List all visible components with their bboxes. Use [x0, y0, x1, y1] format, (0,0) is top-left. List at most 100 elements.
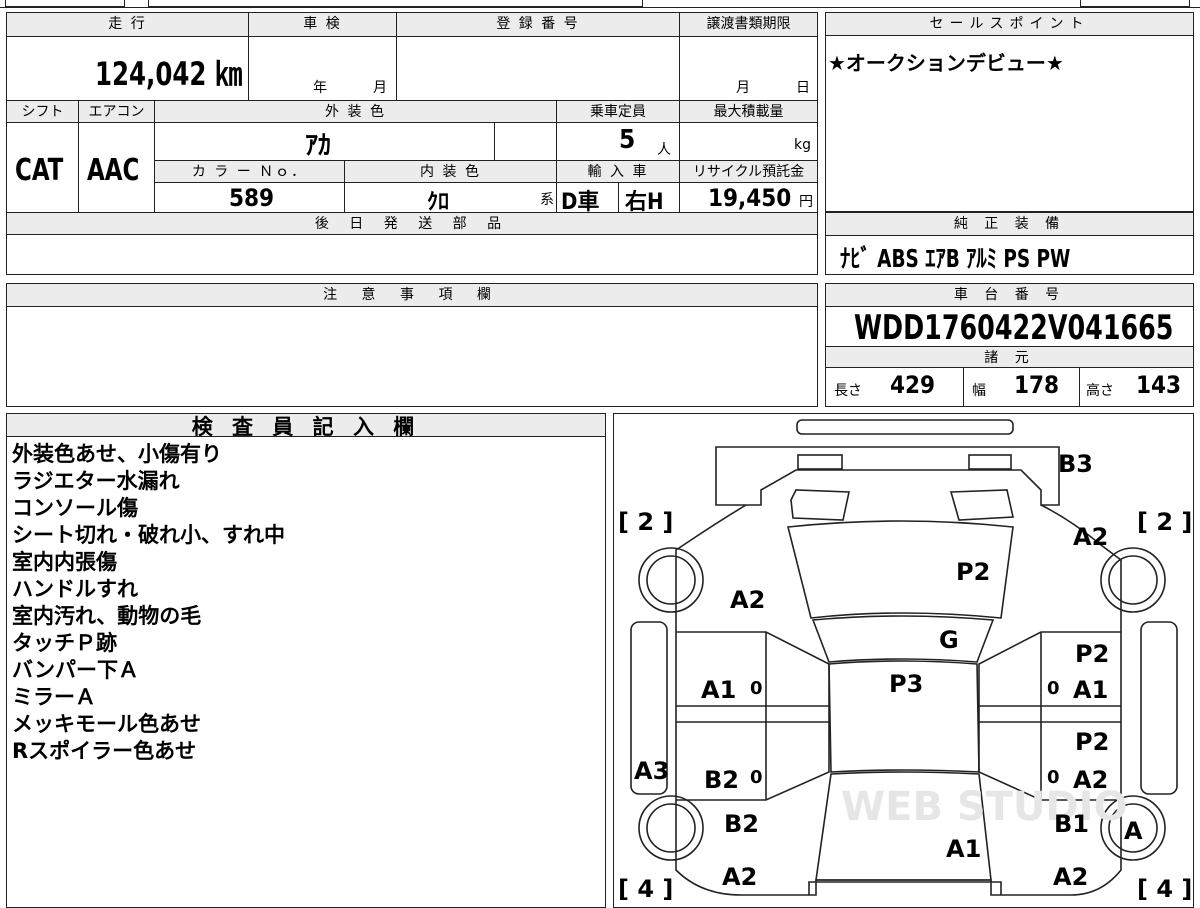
recycle-unit: 円 — [799, 194, 813, 210]
remark-line: Rスポイラー色あせ — [12, 739, 197, 763]
transfer-month-unit: 月 — [736, 80, 750, 96]
spec-width-cell: 幅 178 — [964, 368, 1080, 406]
remark-line: 室内汚れ、動物の毛 — [12, 604, 202, 628]
chassis-header: 車 台 番 号 — [826, 284, 1193, 307]
mileage-value: 124,042 ㎞ — [94, 55, 242, 93]
handle-side: 右H — [625, 190, 664, 215]
registration-value-cell — [397, 37, 680, 101]
tail-light-left — [790, 489, 850, 521]
inspection-month-unit: 月 — [373, 80, 387, 96]
tire-count-rf: [ 2 ] — [1137, 508, 1192, 536]
equipment-box: 純 正 装 備 ﾅﾋﾞ ABS ｴｱB ｱﾙﾐ PS PW — [825, 212, 1194, 275]
zero-right-rear: 0 — [1047, 767, 1060, 788]
recycle-header: リサイクル預託金 — [680, 161, 817, 183]
mark-right-front-fender: A2 — [1073, 523, 1108, 551]
mark-roof: P3 — [889, 670, 923, 698]
inspector-lines: 外装色あせ、小傷有り ラジエター水漏れ コンソール傷 シート切れ・破れ小、すれ中… — [12, 441, 285, 765]
aircon-header: エアコン — [79, 101, 155, 123]
color-no-value: 589 — [229, 184, 275, 212]
import-type-cell: D車 — [557, 183, 619, 215]
chassis-box: 車 台 番 号 WDD1760422V041665 諸 元 長さ 429 幅 1… — [825, 283, 1194, 407]
tire-count-rr: [ 4 ] — [1137, 875, 1192, 901]
aircon-value-cell: AAC — [79, 123, 155, 213]
recycle-value: 19,450 — [708, 184, 792, 212]
remark-line: メッキモール色あせ — [12, 712, 201, 736]
remark-line: 外装色あせ、小傷有り — [12, 442, 222, 466]
mark-windshield: G — [939, 626, 959, 654]
remark-line: ミラーＡ — [12, 685, 96, 709]
notes-header: 注 意 事 項 欄 — [7, 284, 817, 307]
spec-length-value: 429 — [890, 371, 936, 399]
mileage-value-cell: 124,042 ㎞ — [7, 37, 249, 101]
exterior-color-extra-cell — [495, 123, 557, 161]
recycle-value-cell: 19,450 円 — [680, 183, 817, 213]
remark-line: コンソール傷 — [12, 496, 138, 520]
exterior-color-value: ｱｶ — [305, 131, 332, 161]
wheel-left-rear — [638, 795, 704, 861]
shift-header: シフト — [7, 101, 79, 123]
equipment-header: 純 正 装 備 — [826, 213, 1193, 236]
spec-height-value: 143 — [1136, 371, 1182, 399]
mark-left-sill: A3 — [634, 757, 669, 785]
sales-point-box: セールスポイント ★オークションデビュー★ — [825, 12, 1194, 212]
zero-left-rear: 0 — [750, 767, 763, 788]
mark-bonnet: P2 — [956, 558, 990, 586]
shift-value-cell: CAT — [7, 123, 79, 213]
tire-count-lf: [ 2 ] — [618, 508, 673, 536]
import-header: 輸 入 車 — [557, 161, 680, 183]
remark-line: ラジエター水漏れ — [12, 469, 180, 493]
mark-left-rear-bumper: A2 — [722, 863, 757, 891]
equipment-text: ﾅﾋﾞ ABS ｴｱB ｱﾙﾐ PS PW — [840, 244, 1071, 273]
wheel-right-front — [1100, 547, 1166, 613]
notes-box: 注 意 事 項 欄 — [6, 283, 818, 407]
specs-row: 長さ 429 幅 178 高さ 143 — [826, 368, 1193, 406]
mark-left-rear-fender: B2 — [724, 810, 759, 838]
mark-right-rear-fender: B1 — [1054, 810, 1089, 838]
max-load-header: 最大積載量 — [680, 101, 817, 123]
max-load-unit: kg — [794, 137, 811, 153]
interior-color-value: ｸﾛ — [427, 190, 450, 215]
capacity-value: 5 — [619, 125, 636, 155]
inspector-box: 検 査 員 記 入 欄 外装色あせ、小傷有り ラジエター水漏れ コンソール傷 シ… — [6, 413, 606, 908]
remark-line: 室内内張傷 — [12, 550, 117, 574]
mark-right-rear-bumper: A2 — [1053, 863, 1088, 891]
exterior-color-value-cell: ｱｶ — [155, 123, 495, 161]
capacity-unit: 人 — [657, 142, 671, 158]
front-bumper-shape — [808, 881, 1002, 895]
later-parts-body — [7, 235, 817, 273]
spec-width-label: 幅 — [972, 383, 986, 399]
mark-left-rear-door: B2 — [704, 766, 739, 794]
interior-suffix: 系 — [540, 192, 554, 208]
mileage-header: 走 行 — [7, 13, 249, 37]
mark-right-rear-wheel: A — [1124, 817, 1143, 845]
mark-trunk: A1 — [946, 835, 981, 863]
vehicle-info-table: 走 行 車 検 登 録 番 号 譲渡書類期限 124,042 ㎞ 年 月 月 日… — [6, 12, 818, 275]
mark-right-rear-door: A2 — [1073, 766, 1108, 794]
shift-value: CAT — [15, 153, 64, 188]
capacity-header: 乗車定員 — [557, 101, 680, 123]
mark-right-front-door-p: P2 — [1075, 640, 1109, 668]
zero-left-front: 0 — [750, 678, 763, 699]
spec-width-value: 178 — [1014, 371, 1060, 399]
interior-color-header: 内 装 色 — [345, 161, 557, 183]
spec-length-cell: 長さ 429 — [826, 368, 964, 406]
color-no-header: カ ラ ー Ｎｏ． — [155, 161, 345, 183]
specs-header: 諸 元 — [826, 346, 1193, 368]
capacity-value-cell: 5 人 — [557, 123, 680, 161]
remark-line: ハンドルすれ — [12, 577, 138, 601]
mark-left-front-door: A1 — [701, 676, 736, 704]
color-no-value-cell: 589 — [155, 183, 345, 213]
later-parts-header: 後 日 発 送 部 品 — [7, 213, 817, 235]
inspection-year-unit: 年 — [313, 80, 327, 96]
top-strip — [0, 0, 1200, 8]
mark-left-front-fender: A2 — [730, 586, 765, 614]
rear-lamp-right — [968, 454, 1012, 470]
spec-height-label: 高さ — [1086, 383, 1114, 399]
exterior-color-header: 外 装 色 — [155, 101, 557, 123]
import-type: D車 — [561, 190, 600, 215]
remark-line: シート切れ・破れ小、すれ中 — [12, 523, 285, 547]
windshield-shape — [811, 615, 995, 663]
remark-line: バンパー下Ａ — [12, 658, 140, 682]
transfer-deadline-header: 譲渡書類期限 — [680, 13, 817, 37]
rear-lamp-left — [797, 454, 843, 470]
